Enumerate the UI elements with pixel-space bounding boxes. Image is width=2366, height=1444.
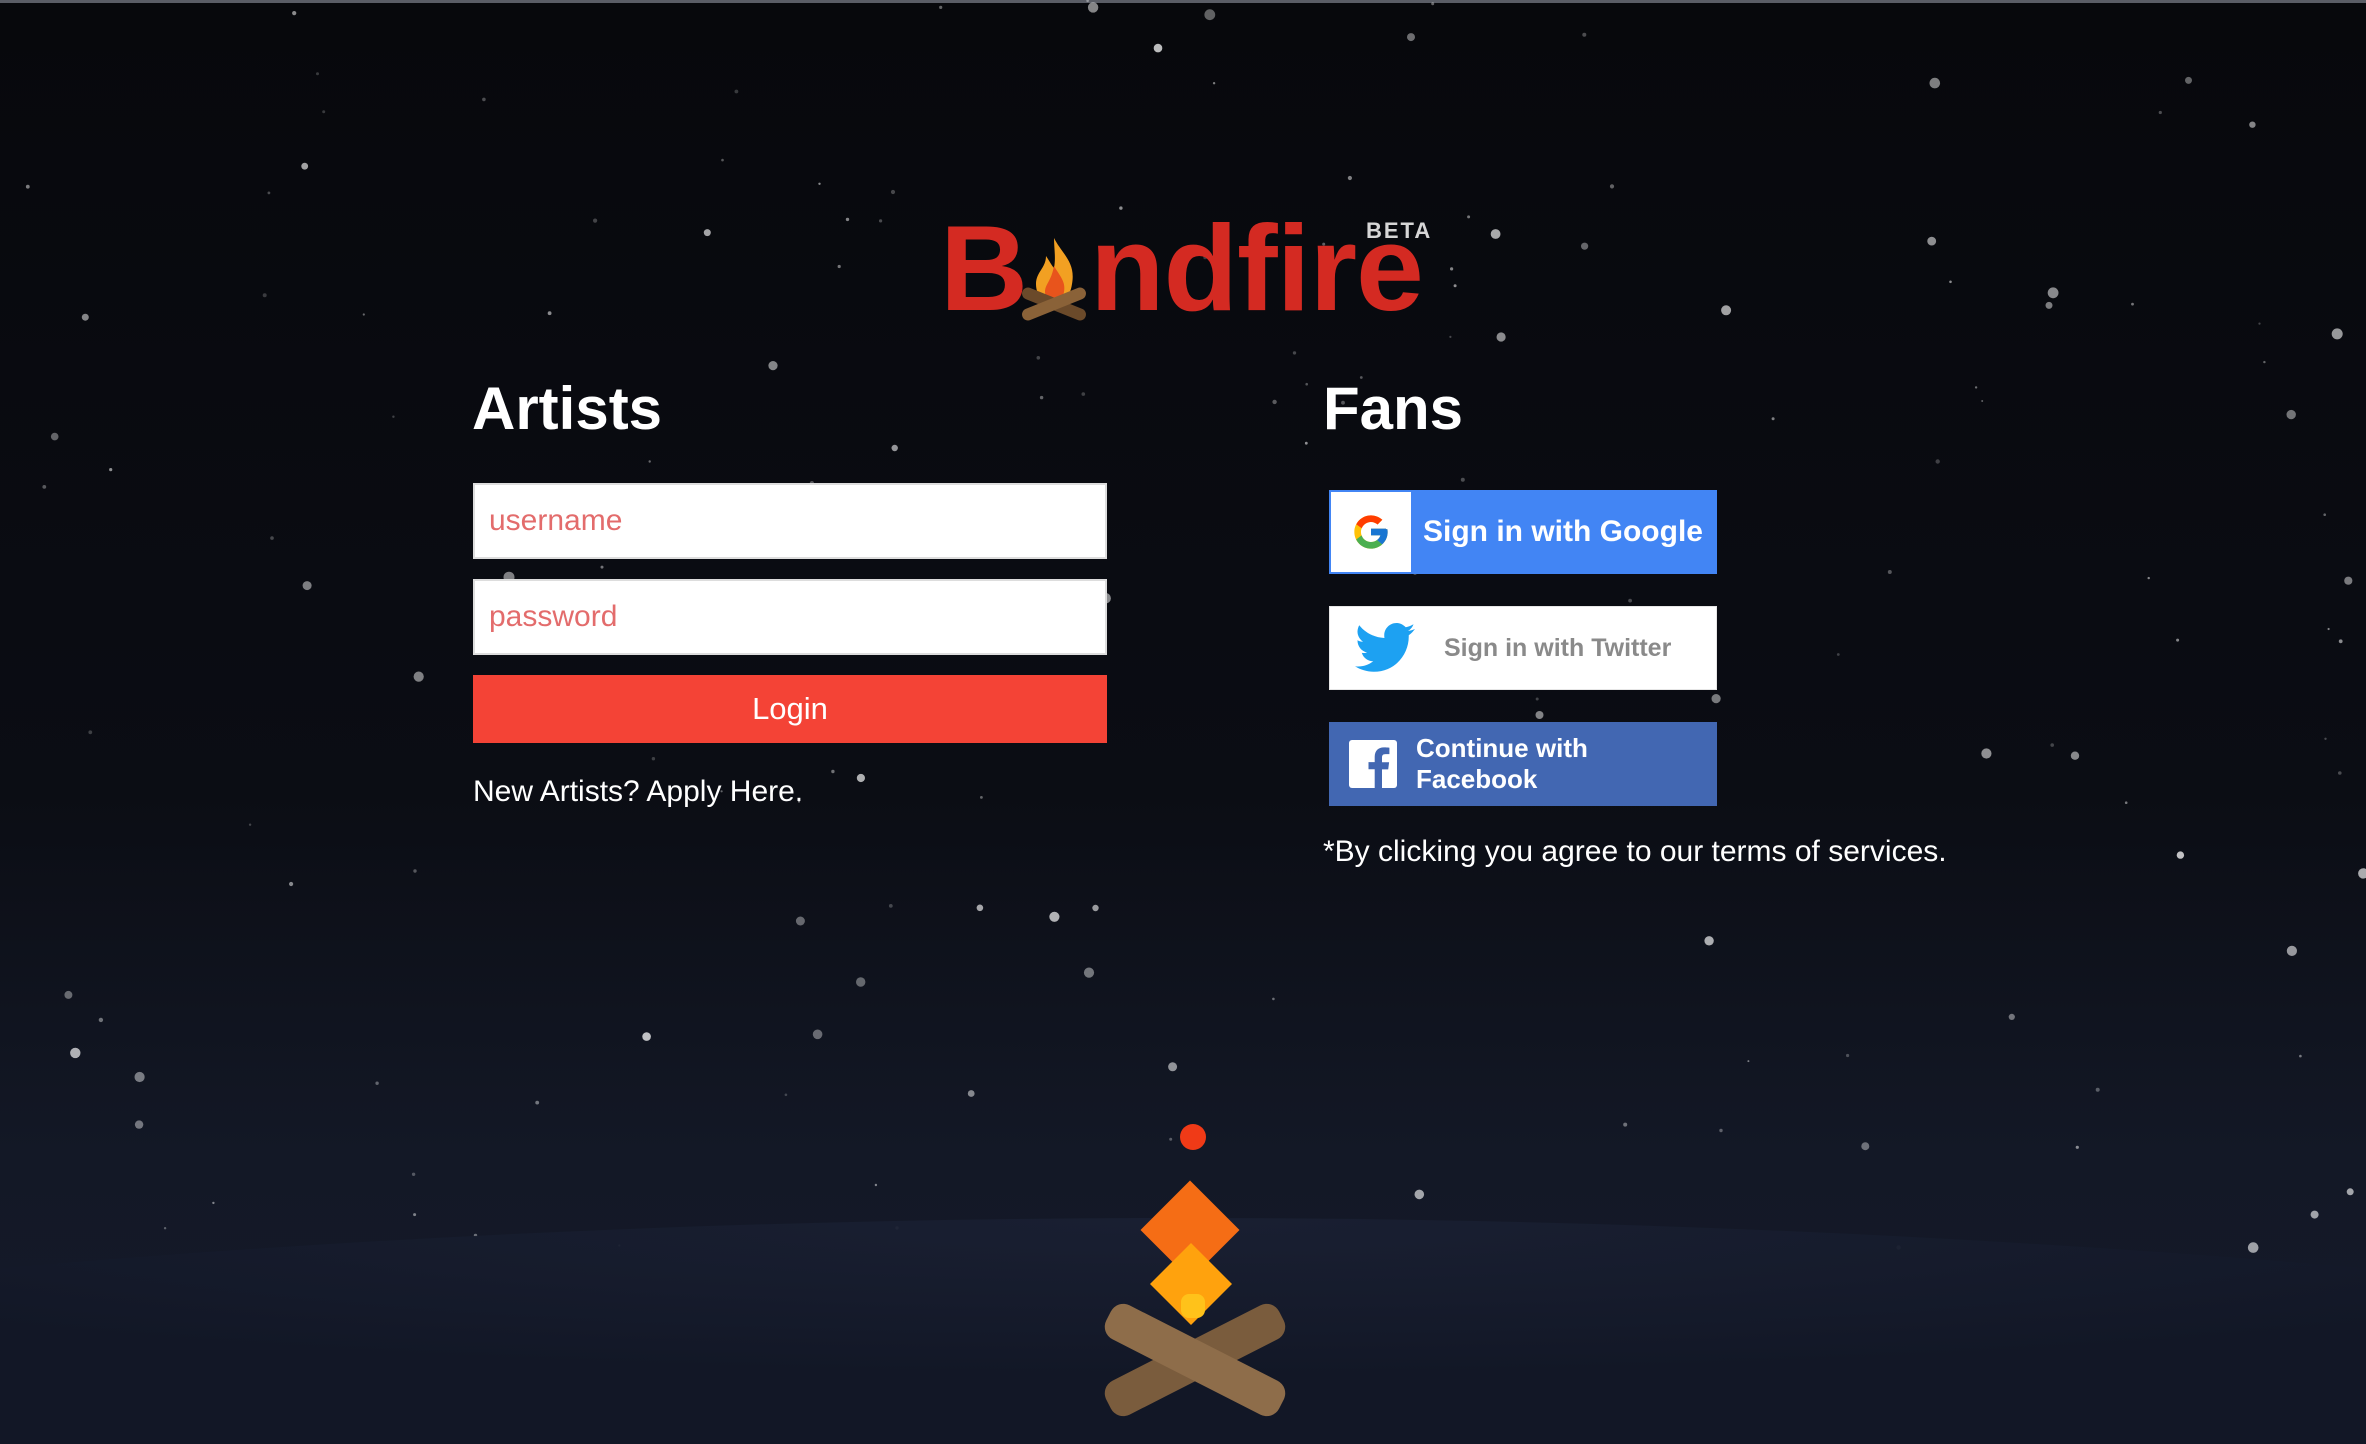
google-icon-box [1331,492,1411,572]
facebook-signin-button[interactable]: Continue with Facebook [1329,722,1717,806]
flame-core [1181,1294,1205,1318]
google-signin-label: Sign in with Google [1423,515,1703,548]
facebook-f-icon [1349,740,1397,788]
logo-letter-b: B [940,200,1028,336]
fans-heading: Fans [1323,375,1464,442]
beta-badge: BETA [1366,218,1433,243]
campfire-illustration [1104,1124,1286,1417]
campfire-icon [1022,238,1086,321]
google-g-icon [1354,515,1388,549]
twitter-icon-box [1330,606,1440,690]
login-page: B ndfire BETA Artists Login New Artists?… [0,0,2366,1444]
twitter-signin-label: Sign in with Twitter [1444,633,1672,662]
google-signin-button[interactable]: Sign in with Google [1329,490,1717,574]
facebook-icon-box [1330,722,1416,806]
apply-link[interactable]: New Artists? Apply Here. [473,775,803,809]
twitter-signin-button[interactable]: Sign in with Twitter [1329,606,1717,690]
terms-notice: *By clicking you agree to our terms of s… [1323,835,1947,868]
password-input[interactable] [473,579,1107,655]
artists-heading: Artists [472,375,663,442]
spark-ember [1180,1124,1206,1150]
twitter-bird-icon [1355,623,1415,672]
username-input[interactable] [473,483,1107,559]
login-button[interactable]: Login [473,675,1107,743]
facebook-signin-label: Continue with Facebook [1416,733,1588,794]
bandfire-logo[interactable]: B ndfire BETA [940,200,1460,336]
